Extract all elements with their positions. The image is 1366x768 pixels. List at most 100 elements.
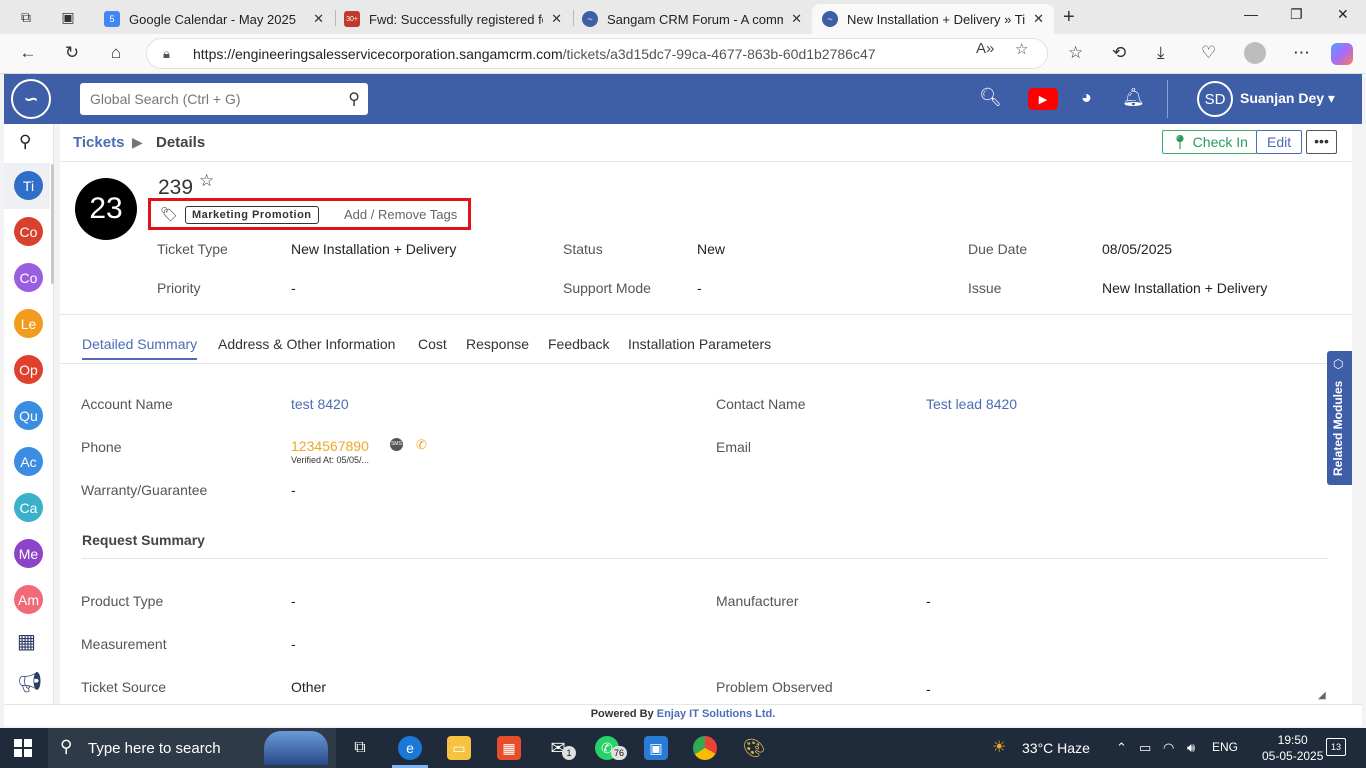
chevron-up-icon[interactable]: ⌃ bbox=[1116, 740, 1127, 756]
menu-dots-icon[interactable]: ⋯ bbox=[1293, 43, 1310, 63]
taskbar-search-box[interactable]: ⚲ Type here to search bbox=[48, 728, 336, 768]
browser-tab-strip: ⧉ ▣ 5 Google Calendar - May 2025 ✕ 30+ F… bbox=[0, 0, 1366, 34]
youtube-icon[interactable]: ▶ bbox=[1028, 88, 1058, 110]
minimize-icon[interactable]: — bbox=[1244, 6, 1258, 22]
new-tab-icon[interactable]: + bbox=[1063, 6, 1075, 29]
favorite-star-icon[interactable]: ☆ bbox=[1015, 40, 1028, 58]
close-icon[interactable]: ✕ bbox=[791, 11, 802, 27]
related-modules-button[interactable]: ⬡ Related Modules bbox=[1327, 351, 1352, 485]
user-avatar[interactable]: SD bbox=[1197, 81, 1233, 117]
rail-item-leads[interactable]: Le bbox=[14, 309, 43, 338]
close-icon[interactable]: ✕ bbox=[313, 11, 324, 27]
megaphone-icon[interactable]: 📢︎ bbox=[17, 670, 42, 695]
edge-icon[interactable]: e bbox=[392, 736, 428, 768]
tab-title: Google Calendar - May 2025 bbox=[129, 11, 296, 27]
rail-item-tickets[interactable]: Ti bbox=[14, 171, 43, 200]
globe-icon[interactable]: ◕ bbox=[1081, 87, 1092, 108]
contact-name-link[interactable]: Test lead 8420 bbox=[926, 396, 1017, 412]
url-host: https://engineeringsalesservicecorporati… bbox=[193, 45, 563, 62]
browser-tab-google-calendar[interactable]: 5 Google Calendar - May 2025 ✕ bbox=[94, 4, 334, 34]
phone-link[interactable]: 1234567890 bbox=[291, 438, 369, 454]
tab-feedback[interactable]: Feedback bbox=[548, 336, 609, 352]
more-actions-button[interactable]: ••• bbox=[1306, 130, 1337, 154]
edit-button[interactable]: Edit bbox=[1256, 130, 1303, 154]
copilot-icon[interactable] bbox=[1331, 43, 1353, 65]
resize-handle-icon[interactable]: ◢ bbox=[1318, 690, 1326, 701]
browser-tab-mail[interactable]: 30+ Fwd: Successfully registered for "F … bbox=[334, 4, 572, 34]
language-indicator[interactable]: ENG bbox=[1212, 740, 1238, 754]
paint-icon[interactable]: 🎨︎ bbox=[742, 736, 766, 760]
tab-cost[interactable]: Cost bbox=[418, 336, 447, 352]
favorites-icon[interactable]: ☆ bbox=[1068, 43, 1083, 63]
sangam-icon: ~ bbox=[822, 11, 838, 27]
warranty-value: - bbox=[291, 482, 296, 498]
history-icon[interactable]: ⟲ bbox=[1112, 43, 1126, 63]
windows-start-icon[interactable] bbox=[14, 739, 32, 757]
tags-icon: 🏷︎ bbox=[160, 206, 178, 222]
downloads-icon[interactable]: ⤓ bbox=[1157, 43, 1165, 63]
chrome-icon[interactable] bbox=[693, 736, 717, 760]
notification-center-icon[interactable]: 13 bbox=[1326, 738, 1346, 756]
breadcrumb-tickets-link[interactable]: Tickets bbox=[73, 134, 124, 151]
detail-tabs: Detailed Summary Address & Other Informa… bbox=[60, 330, 1352, 364]
store-icon[interactable]: ▦ bbox=[497, 736, 521, 760]
intercom-icon[interactable]: ▦ bbox=[17, 629, 36, 654]
search-icon[interactable]: ⚲ bbox=[348, 89, 360, 109]
rail-item-contacts[interactable]: Co bbox=[14, 217, 43, 246]
user-menu[interactable]: Suanjan Dey ▾ bbox=[1240, 90, 1335, 107]
extensions-icon[interactable]: ♡ bbox=[1201, 43, 1216, 63]
volume-icon[interactable]: 🔊︎ bbox=[1187, 740, 1195, 756]
url-input[interactable]: 🔒︎ https://engineeringsalesservicecorpor… bbox=[146, 38, 1048, 69]
star-icon[interactable]: ☆ bbox=[199, 171, 214, 191]
weather-text[interactable]: 33°C Haze bbox=[1022, 740, 1090, 756]
bell-icon[interactable]: 🔔︎ bbox=[1122, 87, 1145, 108]
rail-item-quotes[interactable]: Qu bbox=[14, 401, 43, 430]
home-icon[interactable]: ⌂ bbox=[105, 43, 127, 63]
back-icon[interactable]: ← bbox=[17, 43, 39, 63]
maximize-icon[interactable]: ❐ bbox=[1290, 6, 1303, 23]
tab-detailed-summary[interactable]: Detailed Summary bbox=[82, 336, 198, 360]
app-header: ∽ Global Search (Ctrl + G) ⚲ 🔍︎ ▶ ◕ 🔔︎ S… bbox=[4, 74, 1362, 124]
tab-actions-icon[interactable]: ▣ bbox=[58, 7, 78, 27]
close-icon[interactable]: ✕ bbox=[551, 11, 562, 27]
task-view-icon[interactable]: ⧉ bbox=[348, 736, 372, 760]
sms-icon[interactable]: SMS bbox=[390, 438, 403, 451]
rail-item-amc[interactable]: Am bbox=[14, 585, 43, 614]
sangam-logo[interactable]: ∽ bbox=[11, 79, 51, 119]
rail-item-opportunities[interactable]: Op bbox=[14, 355, 43, 384]
add-remove-tags-link[interactable]: Add / Remove Tags bbox=[344, 207, 457, 222]
whatsapp-icon[interactable]: ✆ bbox=[416, 437, 427, 453]
browser-tab-sangam-forum[interactable]: ~ Sangam CRM Forum - A commun ✕ bbox=[572, 4, 812, 34]
wifi-icon[interactable]: ◠ bbox=[1163, 740, 1174, 756]
tab-address-other-information[interactable]: Address & Other Information bbox=[218, 336, 395, 352]
search-icon[interactable]: ⚲ bbox=[19, 132, 31, 152]
clock[interactable]: 19:50 05-05-2025 bbox=[1262, 732, 1323, 764]
read-aloud-icon[interactable]: A» bbox=[976, 40, 994, 57]
battery-icon[interactable]: ▭ bbox=[1139, 740, 1151, 756]
ticket-source-label: Ticket Source bbox=[81, 679, 167, 695]
check-in-button[interactable]: 📍︎ Check In bbox=[1162, 130, 1257, 154]
lock-icon: 🔒︎ bbox=[163, 46, 170, 61]
global-search-input[interactable]: Global Search (Ctrl + G) ⚲ bbox=[80, 83, 368, 115]
rail-item-calls[interactable]: Ca bbox=[14, 493, 43, 522]
rail-scrollbar[interactable] bbox=[51, 164, 54, 284]
remote-desktop-icon[interactable]: ▣ bbox=[644, 736, 668, 760]
close-icon[interactable]: ✕ bbox=[1033, 11, 1044, 27]
tag-chip[interactable]: Marketing Promotion bbox=[185, 206, 319, 224]
close-window-icon[interactable]: ✕ bbox=[1337, 6, 1349, 23]
workspaces-icon[interactable]: ⧉ bbox=[16, 7, 36, 27]
rail-item-companies[interactable]: Co bbox=[14, 263, 43, 292]
tab-response[interactable]: Response bbox=[466, 336, 529, 352]
footer-company-link[interactable]: Enjay IT Solutions Ltd. bbox=[657, 708, 776, 720]
browser-tab-active-ticket[interactable]: ~ New Installation + Delivery » Tick ✕ bbox=[812, 4, 1054, 34]
document-search-icon[interactable]: 🔍︎ bbox=[979, 87, 1002, 108]
rail-item-meetings[interactable]: Me bbox=[14, 539, 43, 568]
related-modules-label: Related Modules bbox=[1331, 380, 1345, 476]
profile-icon[interactable] bbox=[1244, 42, 1266, 64]
refresh-icon[interactable]: ↻ bbox=[61, 43, 83, 63]
tab-installation-parameters[interactable]: Installation Parameters bbox=[628, 336, 771, 352]
file-explorer-icon[interactable]: ▭ bbox=[447, 736, 471, 760]
account-name-link[interactable]: test 8420 bbox=[291, 396, 349, 412]
footer: Powered By Enjay IT Solutions Ltd. bbox=[4, 704, 1362, 726]
rail-item-accounts[interactable]: Ac bbox=[14, 447, 43, 476]
